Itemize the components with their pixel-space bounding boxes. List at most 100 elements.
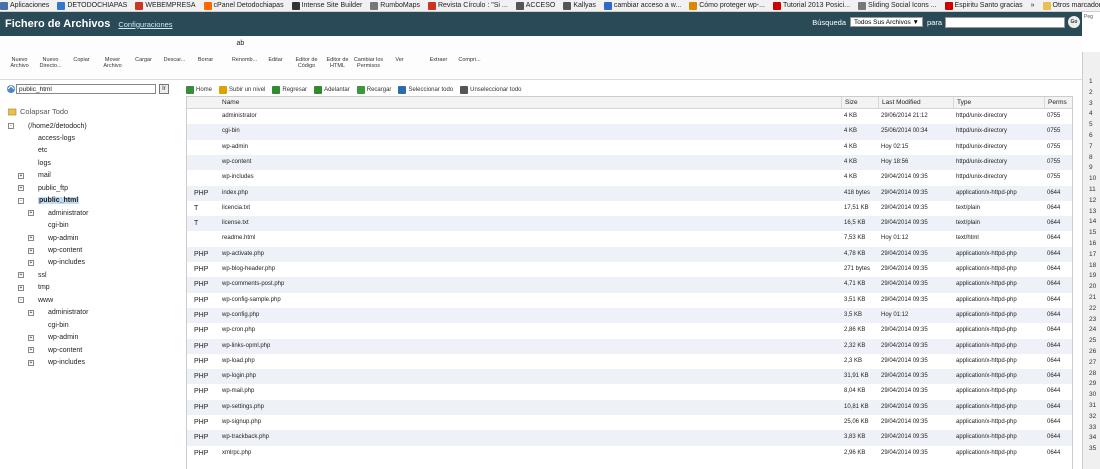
table-row[interactable]: PHP wp-config.php 3,5 KB Hoy 01:12 applicati… bbox=[187, 307, 1072, 324]
expand-icon[interactable]: + bbox=[28, 347, 34, 354]
tree-item[interactable]: cgi-bin bbox=[28, 319, 69, 331]
table-row[interactable]: PHP xmlrpc.php 2,96 KB 29/04/2014 09:35 appl… bbox=[187, 446, 1072, 461]
toolbar-button[interactable]: Compri... bbox=[454, 40, 485, 63]
tree-item[interactable]: access-logs bbox=[18, 132, 75, 144]
toolbar-button[interactable]: Editar bbox=[260, 40, 291, 63]
bookmark-item[interactable]: Otros marcadores bbox=[1042, 1, 1100, 10]
toolbar-button[interactable]: Descar... bbox=[159, 40, 190, 63]
bookmark-item[interactable]: Kallyas bbox=[563, 1, 596, 10]
table-row[interactable]: PHP wp-mail.php 8,04 KB 29/04/2014 09:35 app… bbox=[187, 384, 1072, 399]
table-row[interactable]: Tlicencia.txt 17,51 KB 29/04/2014 09:35 tex… bbox=[187, 201, 1072, 216]
table-row[interactable]: Tlicense.txt 16,5 KB 29/04/2014 09:35 text/… bbox=[187, 216, 1072, 232]
tree-item[interactable]: + tmp bbox=[18, 282, 50, 294]
column-name[interactable]: Name bbox=[219, 97, 239, 109]
nav-action[interactable]: Home bbox=[186, 85, 212, 94]
tree-item[interactable]: + wp-content bbox=[28, 344, 82, 356]
column-last-modified[interactable]: Last Modified bbox=[878, 97, 953, 109]
bookmark-item[interactable]: WEBEMPRESA bbox=[135, 1, 196, 10]
expand-icon[interactable]: + bbox=[18, 284, 24, 291]
tree-item[interactable]: cgi-bin bbox=[28, 220, 69, 232]
tree-item[interactable]: + wp-includes bbox=[28, 357, 85, 369]
bookmark-item[interactable]: Tutorial 2013 Posici... bbox=[772, 1, 850, 10]
tree-item[interactable]: + mail bbox=[18, 170, 51, 182]
table-row[interactable]: PHP wp-settings.php 10,81 KB 29/04/2014 09:… bbox=[187, 399, 1072, 415]
bookmark-item[interactable]: RumboMaps bbox=[370, 1, 420, 10]
nav-action[interactable]: Unseleccionar todo bbox=[460, 85, 522, 94]
table-row[interactable]: administrator 4 KB 29/06/2014 21:12 httpd/u… bbox=[187, 109, 1072, 124]
toolbar-button[interactable]: Mover Archivo bbox=[97, 40, 128, 69]
path-go-button[interactable]: Ir bbox=[159, 84, 169, 94]
table-row[interactable]: PHP index.php 418 bytes 29/04/2014 09:35 app… bbox=[187, 185, 1072, 201]
toolbar-button[interactable]: Extraer bbox=[423, 40, 454, 63]
column-perms[interactable]: Perms bbox=[1044, 97, 1074, 109]
tree-item[interactable]: + ssl bbox=[18, 269, 47, 281]
bookmark-item[interactable]: » bbox=[1031, 2, 1035, 9]
tree-item[interactable]: + administrator bbox=[28, 207, 88, 219]
bookmark-item[interactable]: DETODOCHIAPAS bbox=[57, 1, 127, 10]
expand-icon[interactable]: + bbox=[28, 334, 34, 341]
tree-item[interactable]: + wp-content bbox=[28, 245, 82, 257]
nav-action[interactable]: Adelantar bbox=[314, 85, 350, 94]
bookmark-item[interactable]: Revista Círculo : "Si ... bbox=[427, 1, 508, 10]
table-row[interactable]: PHP wp-blog-header.php 271 bytes 29/04/2014… bbox=[187, 262, 1072, 277]
table-row[interactable]: PHP wp-login.php 31,91 KB 29/04/2014 09:35 a… bbox=[187, 369, 1072, 385]
nav-action[interactable]: Subir un nivel bbox=[219, 85, 265, 94]
expand-icon[interactable]: + bbox=[28, 359, 34, 366]
table-row[interactable]: cgi-bin 4 KB 25/06/2014 00:34 httpd/unix-di… bbox=[187, 124, 1072, 140]
table-row[interactable]: PHP wp-links-opml.php 2,32 KB 29/04/2014 09… bbox=[187, 338, 1072, 354]
search-input[interactable] bbox=[945, 16, 1065, 28]
collapse-icon[interactable]: - bbox=[8, 123, 14, 129]
table-row[interactable]: wp-admin 4 KB Hoy 02:15 httpd/unix-director… bbox=[187, 140, 1072, 155]
nav-action[interactable]: Regresar bbox=[272, 85, 307, 94]
toolbar-button[interactable]: Ver bbox=[384, 40, 415, 63]
toolbar-button[interactable]: Editor de Código bbox=[291, 40, 322, 69]
toolbar-button[interactable]: ab Renomb... bbox=[229, 40, 260, 63]
tree-item[interactable]: + wp-admin bbox=[28, 232, 78, 244]
table-row[interactable]: readme.html 7,53 KB Hoy 01:12 text/html 0644 bbox=[187, 231, 1072, 246]
expand-icon[interactable]: + bbox=[18, 185, 24, 192]
nav-action[interactable]: Recargar bbox=[356, 85, 391, 94]
expand-icon[interactable]: + bbox=[28, 247, 34, 254]
tree-item[interactable]: logs bbox=[18, 157, 51, 169]
expand-icon[interactable]: + bbox=[28, 309, 34, 316]
collapse-icon[interactable]: - bbox=[18, 297, 24, 304]
tree-item[interactable]: + wp-admin bbox=[28, 332, 78, 344]
collapse-icon[interactable]: - bbox=[18, 197, 24, 204]
expand-icon[interactable]: + bbox=[18, 272, 24, 279]
bookmark-item[interactable]: ACCESO bbox=[515, 1, 555, 10]
search-go-button[interactable]: Go bbox=[1068, 16, 1080, 28]
tree-item[interactable]: - public_html bbox=[18, 195, 80, 207]
table-row[interactable]: wp-content 4 KB Hoy 18:56 httpd/unix-direct… bbox=[187, 154, 1072, 171]
collapse-all-link[interactable]: Colapsar Todo bbox=[8, 107, 68, 116]
tree-item[interactable]: + public_ftp bbox=[18, 182, 68, 194]
bookmark-item[interactable]: cambiar acceso a w... bbox=[603, 1, 681, 10]
table-row[interactable]: PHP wp-signup.php 25,06 KB 29/04/2014 09:35… bbox=[187, 415, 1072, 430]
toolbar-button[interactable]: Borrar bbox=[190, 40, 221, 63]
settings-link[interactable]: Configuraciones bbox=[118, 20, 172, 29]
toolbar-button[interactable]: Nuevo Archivo bbox=[4, 40, 35, 69]
table-row[interactable]: PHP wp-trackback.php 3,83 KB 29/04/2014 09:… bbox=[187, 430, 1072, 446]
expand-icon[interactable]: + bbox=[18, 172, 24, 179]
bookmark-item[interactable]: cPanel Detodochiapas bbox=[203, 1, 284, 10]
table-row[interactable]: PHP wp-comments-post.php 4,71 KB 29/04/2014… bbox=[187, 277, 1072, 293]
bookmark-item[interactable]: Espiritu Santo gracias bbox=[944, 1, 1023, 10]
table-row[interactable]: PHP wp-activate.php 4,78 KB 29/04/2014 09:3… bbox=[187, 246, 1072, 262]
toolbar-button[interactable]: Nuevo Directo... bbox=[35, 40, 66, 69]
bookmark-item[interactable]: Cómo proteger wp-... bbox=[689, 1, 765, 10]
toolbar-button[interactable]: Editor de HTML bbox=[322, 40, 353, 69]
table-row[interactable]: PHP wp-load.php 2,3 KB 29/04/2014 09:35 appl… bbox=[187, 354, 1072, 369]
tree-item[interactable]: - (/home2/detodoch) bbox=[8, 120, 87, 132]
bookmark-item[interactable]: Sliding Social Icons ... bbox=[858, 1, 937, 10]
toolbar-button[interactable]: Copiar bbox=[66, 40, 97, 63]
tree-item[interactable]: + wp-includes bbox=[28, 257, 85, 269]
expand-icon[interactable]: + bbox=[28, 259, 34, 266]
expand-icon[interactable]: + bbox=[28, 210, 34, 217]
table-row[interactable]: wp-includes 4 KB 29/04/2014 09:35 httpd/uni… bbox=[187, 170, 1072, 185]
tree-item[interactable]: - www bbox=[18, 294, 53, 306]
expand-icon[interactable]: + bbox=[28, 235, 34, 242]
toolbar-button[interactable]: Cargar bbox=[128, 40, 159, 63]
table-row[interactable]: PHP wp-config-sample.php 3,51 KB 29/04/2014… bbox=[187, 293, 1072, 308]
table-row[interactable]: PHP wp-cron.php 2,86 KB 29/04/2014 09:35 app… bbox=[187, 323, 1072, 338]
column-type[interactable]: Type bbox=[953, 97, 1044, 109]
path-input[interactable]: public_html bbox=[16, 84, 156, 94]
